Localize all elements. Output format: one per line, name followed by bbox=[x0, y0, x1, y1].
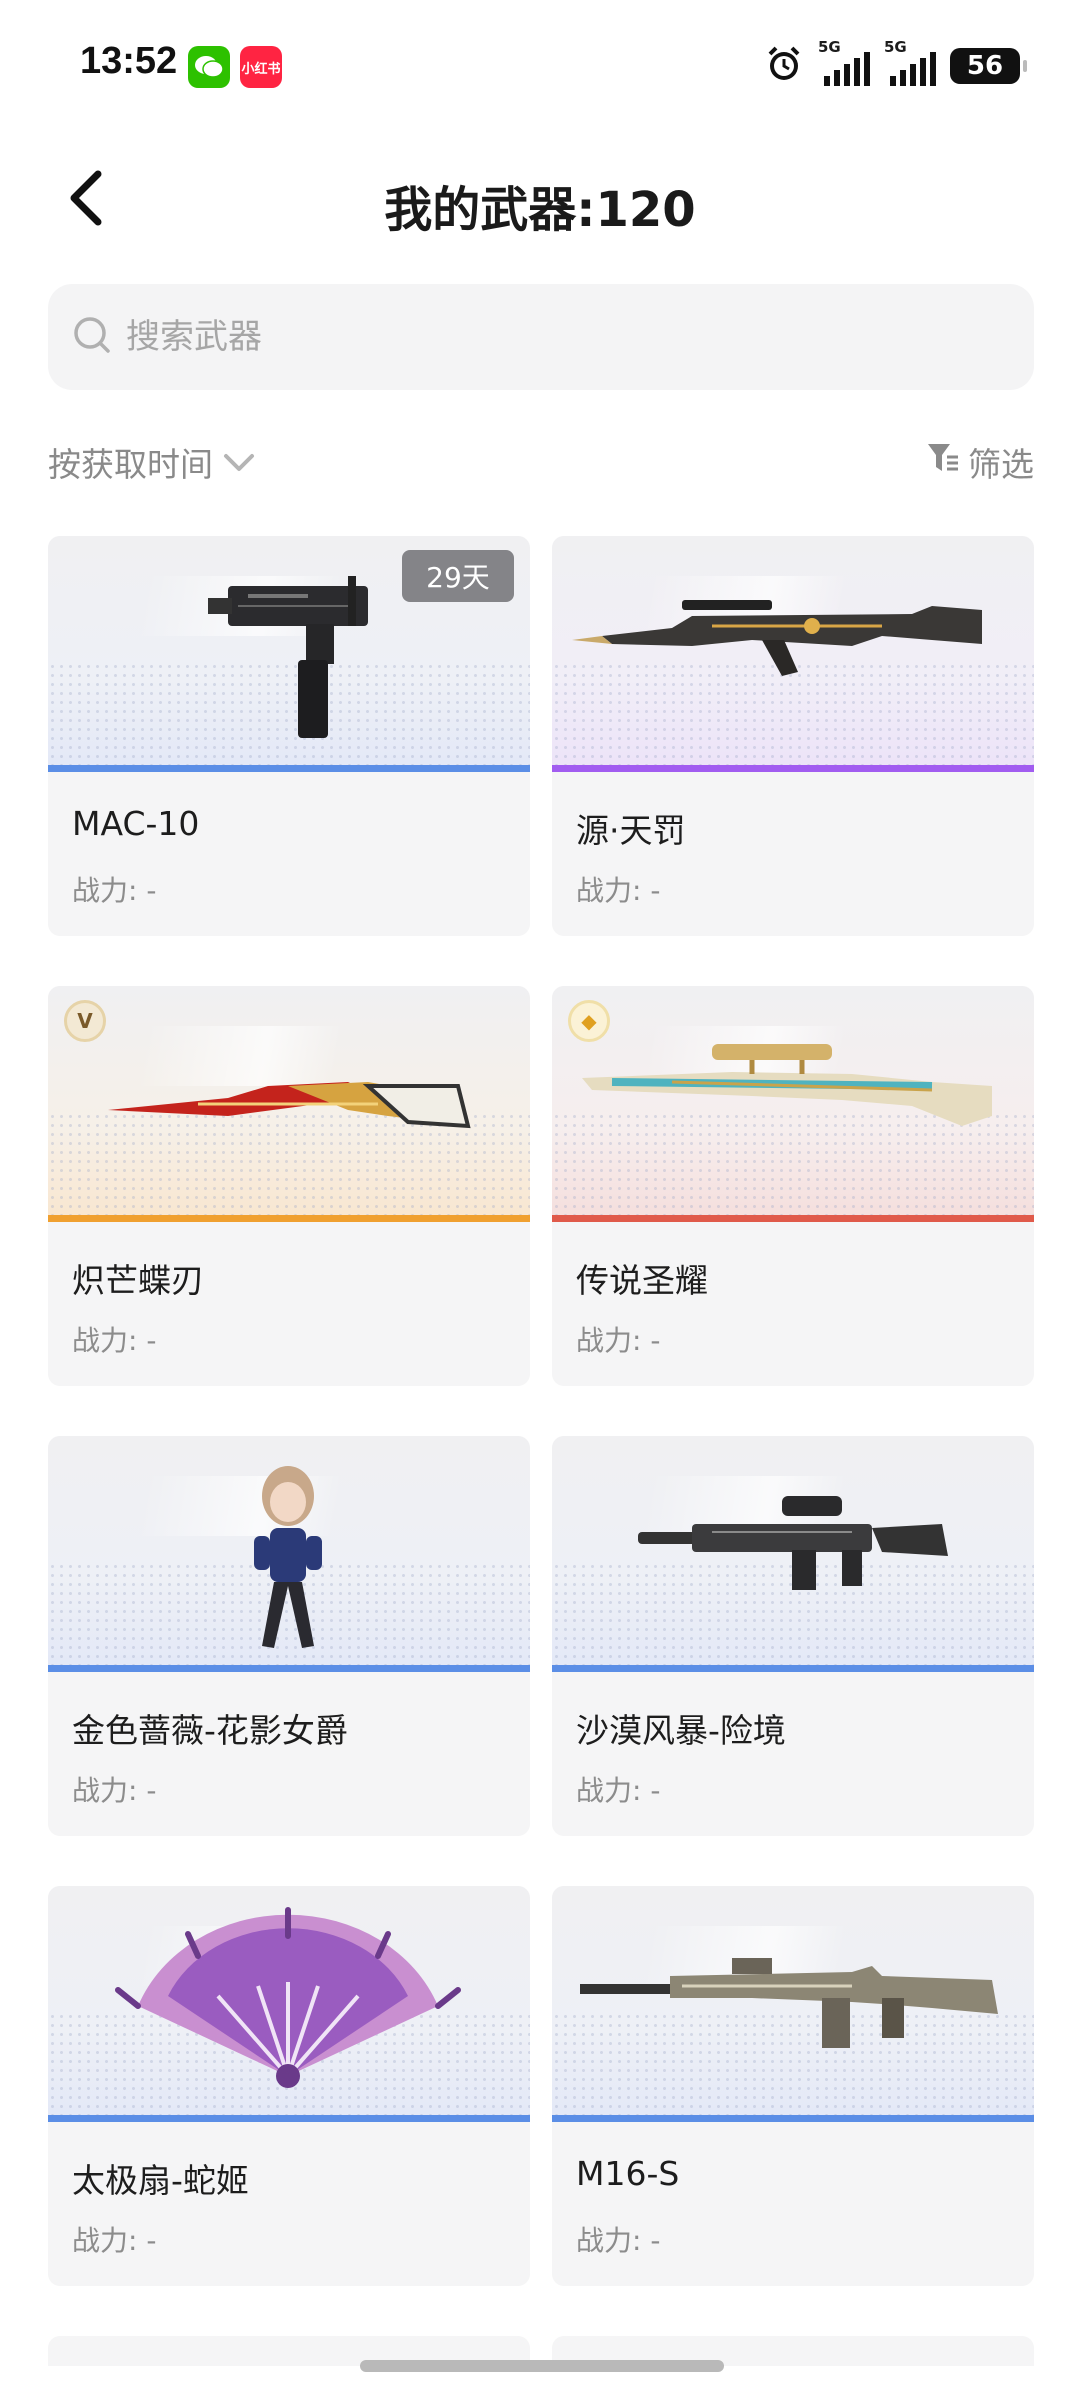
search-bar[interactable] bbox=[48, 284, 1034, 390]
filter-icon bbox=[926, 441, 960, 483]
weapon-power: 战力: - bbox=[72, 874, 157, 907]
search-input[interactable] bbox=[126, 317, 926, 357]
rarity-bar bbox=[48, 1215, 530, 1222]
rifle-icon bbox=[572, 600, 982, 676]
xiaohongshu-icon: 小红书 bbox=[240, 46, 282, 88]
filter-button[interactable]: 筛选 bbox=[926, 438, 1034, 486]
weapon-card[interactable]: M16-S 战力: - bbox=[552, 1886, 1034, 2286]
rarity-bar bbox=[48, 1665, 530, 1672]
weapon-art bbox=[48, 986, 530, 1222]
rarity-bar bbox=[552, 1215, 1034, 1222]
weapon-art bbox=[48, 1436, 530, 1672]
search-icon bbox=[72, 315, 112, 359]
weapon-name: 炽芒蝶刃 bbox=[72, 1261, 204, 1300]
blade-icon bbox=[108, 1082, 471, 1129]
fan-icon bbox=[115, 1907, 461, 2088]
weapon-power: 战力: - bbox=[72, 1774, 157, 1807]
rarity-bar bbox=[552, 765, 1034, 772]
status-time: 13:52 bbox=[80, 40, 178, 82]
weapon-card[interactable]: 太极扇-蛇姬 战力: - bbox=[48, 1886, 530, 2286]
sniper-icon bbox=[582, 1044, 992, 1126]
chevron-down-icon bbox=[223, 443, 255, 482]
weapon-name: 传说圣耀 bbox=[576, 1261, 708, 1300]
weapon-name: 太极扇-蛇姬 bbox=[72, 2161, 249, 2200]
carbine-icon bbox=[638, 1496, 948, 1590]
wechat-icon bbox=[188, 46, 230, 88]
rarity-bar bbox=[48, 2115, 530, 2122]
home-indicator[interactable] bbox=[360, 2360, 724, 2372]
weapon-name: M16-S bbox=[576, 2154, 680, 2193]
status-icons: 5G 5G 56 bbox=[764, 38, 1027, 92]
weapon-power: 战力: - bbox=[576, 874, 661, 907]
sort-label: 按获取时间 bbox=[48, 445, 213, 484]
filter-label: 筛选 bbox=[968, 445, 1034, 484]
weapon-name: MAC-10 bbox=[72, 804, 200, 843]
status-bar: 13:52 小红书 5G 5G 56 bbox=[0, 0, 1080, 130]
alarm-icon bbox=[764, 44, 804, 88]
weapon-card[interactable]: 沙漠风暴-险境 战力: - bbox=[552, 1436, 1034, 1836]
weapon-name: 源·天罚 bbox=[576, 811, 686, 850]
weapon-name: 金色蔷薇-花影女爵 bbox=[72, 1711, 348, 1750]
weapon-art bbox=[48, 1886, 530, 2122]
tier-v-icon: V bbox=[64, 1000, 106, 1042]
weapon-power: 战力: - bbox=[72, 1324, 157, 1357]
expiry-badge: 29天 bbox=[402, 550, 514, 602]
battery-icon: 56 bbox=[950, 48, 1027, 84]
weapon-power: 战力: - bbox=[576, 1324, 661, 1357]
character-icon bbox=[254, 1466, 322, 1648]
weapon-power: 战力: - bbox=[72, 2224, 157, 2257]
weapon-card[interactable]: V 炽芒蝶刃 战力: - bbox=[48, 986, 530, 1386]
rarity-bar bbox=[552, 1665, 1034, 1672]
rarity-bar bbox=[552, 2115, 1034, 2122]
weapon-card[interactable]: 29天 MAC-10 战力: - bbox=[48, 536, 530, 936]
weapon-card[interactable]: 金色蔷薇-花影女爵 战力: - bbox=[48, 1436, 530, 1836]
sort-filter-row: 按获取时间 筛选 bbox=[48, 438, 1034, 498]
signal-icon-2: 5G bbox=[884, 38, 936, 86]
weapon-name: 沙漠风暴-险境 bbox=[576, 1711, 786, 1750]
weapon-art bbox=[552, 1436, 1034, 1672]
weapon-art bbox=[552, 536, 1034, 772]
tier-legend-icon: ◆ bbox=[568, 1000, 610, 1042]
weapon-art bbox=[552, 986, 1034, 1222]
rarity-bar bbox=[48, 765, 530, 772]
assault-rifle-icon bbox=[580, 1958, 998, 2048]
weapon-power: 战力: - bbox=[576, 2224, 661, 2257]
weapon-power: 战力: - bbox=[576, 1774, 661, 1807]
weapon-card[interactable]: 源·天罚 战力: - bbox=[552, 536, 1034, 936]
sort-dropdown[interactable]: 按获取时间 bbox=[48, 438, 255, 486]
signal-icon-1: 5G bbox=[818, 38, 870, 86]
weapon-card[interactable]: ◆ 传说圣耀 战力: - bbox=[552, 986, 1034, 1386]
weapon-art bbox=[552, 1886, 1034, 2122]
page-title: 我的武器:120 bbox=[384, 182, 696, 238]
